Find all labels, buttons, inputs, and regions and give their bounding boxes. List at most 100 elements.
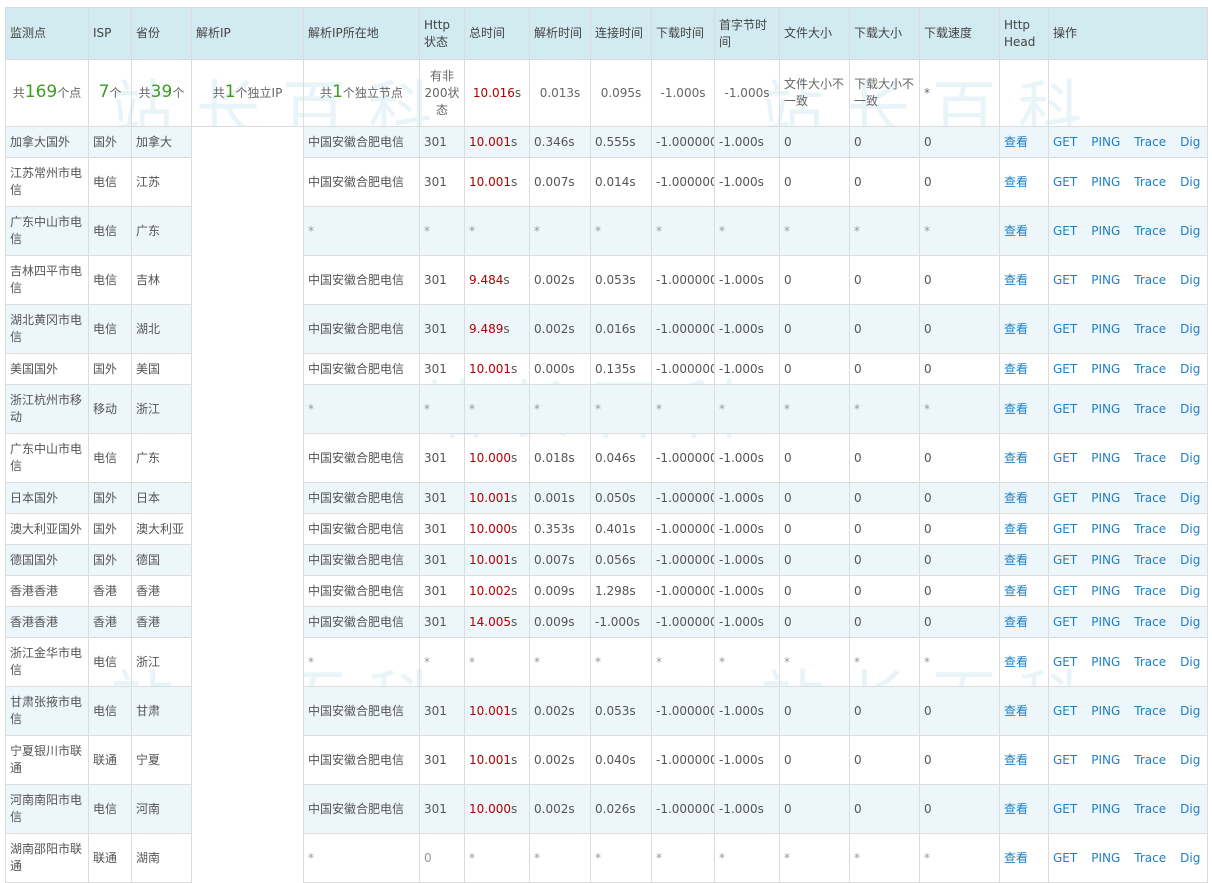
get-link[interactable]: GET xyxy=(1053,553,1077,567)
view-head-link[interactable]: 查看 xyxy=(1004,451,1028,465)
dig-link[interactable]: Dig xyxy=(1180,175,1200,189)
get-link[interactable]: GET xyxy=(1053,135,1077,149)
get-link[interactable]: GET xyxy=(1053,615,1077,629)
trace-link[interactable]: Trace xyxy=(1134,802,1166,816)
get-link[interactable]: GET xyxy=(1053,655,1077,669)
trace-link[interactable]: Trace xyxy=(1134,322,1166,336)
dig-link[interactable]: Dig xyxy=(1180,655,1200,669)
ping-link[interactable]: PING xyxy=(1091,655,1120,669)
trace-link[interactable]: Trace xyxy=(1134,704,1166,718)
view-head-link[interactable]: 查看 xyxy=(1004,802,1028,816)
view-head-link[interactable]: 查看 xyxy=(1004,135,1028,149)
dig-link[interactable]: Dig xyxy=(1180,704,1200,718)
view-head-link[interactable]: 查看 xyxy=(1004,553,1028,567)
dig-link[interactable]: Dig xyxy=(1180,491,1200,505)
dig-link[interactable]: Dig xyxy=(1180,224,1200,238)
trace-link[interactable]: Trace xyxy=(1134,175,1166,189)
trace-link[interactable]: Trace xyxy=(1134,362,1166,376)
dig-link[interactable]: Dig xyxy=(1180,851,1200,865)
ping-link[interactable]: PING xyxy=(1091,553,1120,567)
get-link[interactable]: GET xyxy=(1053,491,1077,505)
trace-link[interactable]: Trace xyxy=(1134,522,1166,536)
dig-link[interactable]: Dig xyxy=(1180,615,1200,629)
cell-http-head: 查看 xyxy=(999,433,1049,483)
view-head-link[interactable]: 查看 xyxy=(1004,491,1028,505)
total-time-value: 9.489 xyxy=(469,321,504,336)
get-link[interactable]: GET xyxy=(1053,451,1077,465)
ping-link[interactable]: PING xyxy=(1091,615,1120,629)
trace-link[interactable]: Trace xyxy=(1134,753,1166,767)
trace-link[interactable]: Trace xyxy=(1134,402,1166,416)
get-link[interactable]: GET xyxy=(1053,753,1077,767)
view-head-link[interactable]: 查看 xyxy=(1004,402,1028,416)
ping-link[interactable]: PING xyxy=(1091,135,1120,149)
dig-link[interactable]: Dig xyxy=(1180,753,1200,767)
view-head-link[interactable]: 查看 xyxy=(1004,655,1028,669)
ping-link[interactable]: PING xyxy=(1091,584,1120,598)
trace-link[interactable]: Trace xyxy=(1134,851,1166,865)
cell-connect-time: 1.298s xyxy=(590,575,652,607)
get-link[interactable]: GET xyxy=(1053,362,1077,376)
col-download-time: 下载时间 xyxy=(651,7,715,60)
trace-link[interactable]: Trace xyxy=(1134,135,1166,149)
get-link[interactable]: GET xyxy=(1053,704,1077,718)
view-head-link[interactable]: 查看 xyxy=(1004,584,1028,598)
view-head-link[interactable]: 查看 xyxy=(1004,851,1028,865)
trace-link[interactable]: Trace xyxy=(1134,553,1166,567)
cell-total-time: 10.002s xyxy=(464,575,530,607)
dig-link[interactable]: Dig xyxy=(1180,362,1200,376)
ping-link[interactable]: PING xyxy=(1091,322,1120,336)
cell-first-byte: -1.000s xyxy=(714,784,780,834)
cell-download-speed: 0 xyxy=(919,735,1000,785)
get-link[interactable]: GET xyxy=(1053,584,1077,598)
ping-link[interactable]: PING xyxy=(1091,753,1120,767)
summary-ip: 共1个独立IP xyxy=(191,59,304,127)
view-head-link[interactable]: 查看 xyxy=(1004,704,1028,718)
trace-link[interactable]: Trace xyxy=(1134,584,1166,598)
get-link[interactable]: GET xyxy=(1053,402,1077,416)
view-head-link[interactable]: 查看 xyxy=(1004,615,1028,629)
cell-first-byte: -1.000s xyxy=(714,157,780,207)
dig-link[interactable]: Dig xyxy=(1180,584,1200,598)
trace-link[interactable]: Trace xyxy=(1134,451,1166,465)
view-head-link[interactable]: 查看 xyxy=(1004,175,1028,189)
ping-link[interactable]: PING xyxy=(1091,802,1120,816)
ping-link[interactable]: PING xyxy=(1091,175,1120,189)
trace-link[interactable]: Trace xyxy=(1134,273,1166,287)
view-head-link[interactable]: 查看 xyxy=(1004,273,1028,287)
dig-link[interactable]: Dig xyxy=(1180,802,1200,816)
dig-link[interactable]: Dig xyxy=(1180,522,1200,536)
ping-link[interactable]: PING xyxy=(1091,522,1120,536)
view-head-link[interactable]: 查看 xyxy=(1004,753,1028,767)
view-head-link[interactable]: 查看 xyxy=(1004,362,1028,376)
total-time-value: * xyxy=(469,223,475,238)
get-link[interactable]: GET xyxy=(1053,322,1077,336)
ping-link[interactable]: PING xyxy=(1091,704,1120,718)
ping-link[interactable]: PING xyxy=(1091,851,1120,865)
view-head-link[interactable]: 查看 xyxy=(1004,224,1028,238)
ping-link[interactable]: PING xyxy=(1091,224,1120,238)
dig-link[interactable]: Dig xyxy=(1180,553,1200,567)
ping-link[interactable]: PING xyxy=(1091,273,1120,287)
get-link[interactable]: GET xyxy=(1053,224,1077,238)
dig-link[interactable]: Dig xyxy=(1180,322,1200,336)
get-link[interactable]: GET xyxy=(1053,273,1077,287)
view-head-link[interactable]: 查看 xyxy=(1004,322,1028,336)
ping-link[interactable]: PING xyxy=(1091,451,1120,465)
dig-link[interactable]: Dig xyxy=(1180,135,1200,149)
view-head-link[interactable]: 查看 xyxy=(1004,522,1028,536)
ping-link[interactable]: PING xyxy=(1091,362,1120,376)
ping-link[interactable]: PING xyxy=(1091,402,1120,416)
trace-link[interactable]: Trace xyxy=(1134,615,1166,629)
get-link[interactable]: GET xyxy=(1053,175,1077,189)
dig-link[interactable]: Dig xyxy=(1180,273,1200,287)
get-link[interactable]: GET xyxy=(1053,802,1077,816)
trace-link[interactable]: Trace xyxy=(1134,491,1166,505)
dig-link[interactable]: Dig xyxy=(1180,402,1200,416)
ping-link[interactable]: PING xyxy=(1091,491,1120,505)
get-link[interactable]: GET xyxy=(1053,851,1077,865)
trace-link[interactable]: Trace xyxy=(1134,224,1166,238)
get-link[interactable]: GET xyxy=(1053,522,1077,536)
trace-link[interactable]: Trace xyxy=(1134,655,1166,669)
dig-link[interactable]: Dig xyxy=(1180,451,1200,465)
